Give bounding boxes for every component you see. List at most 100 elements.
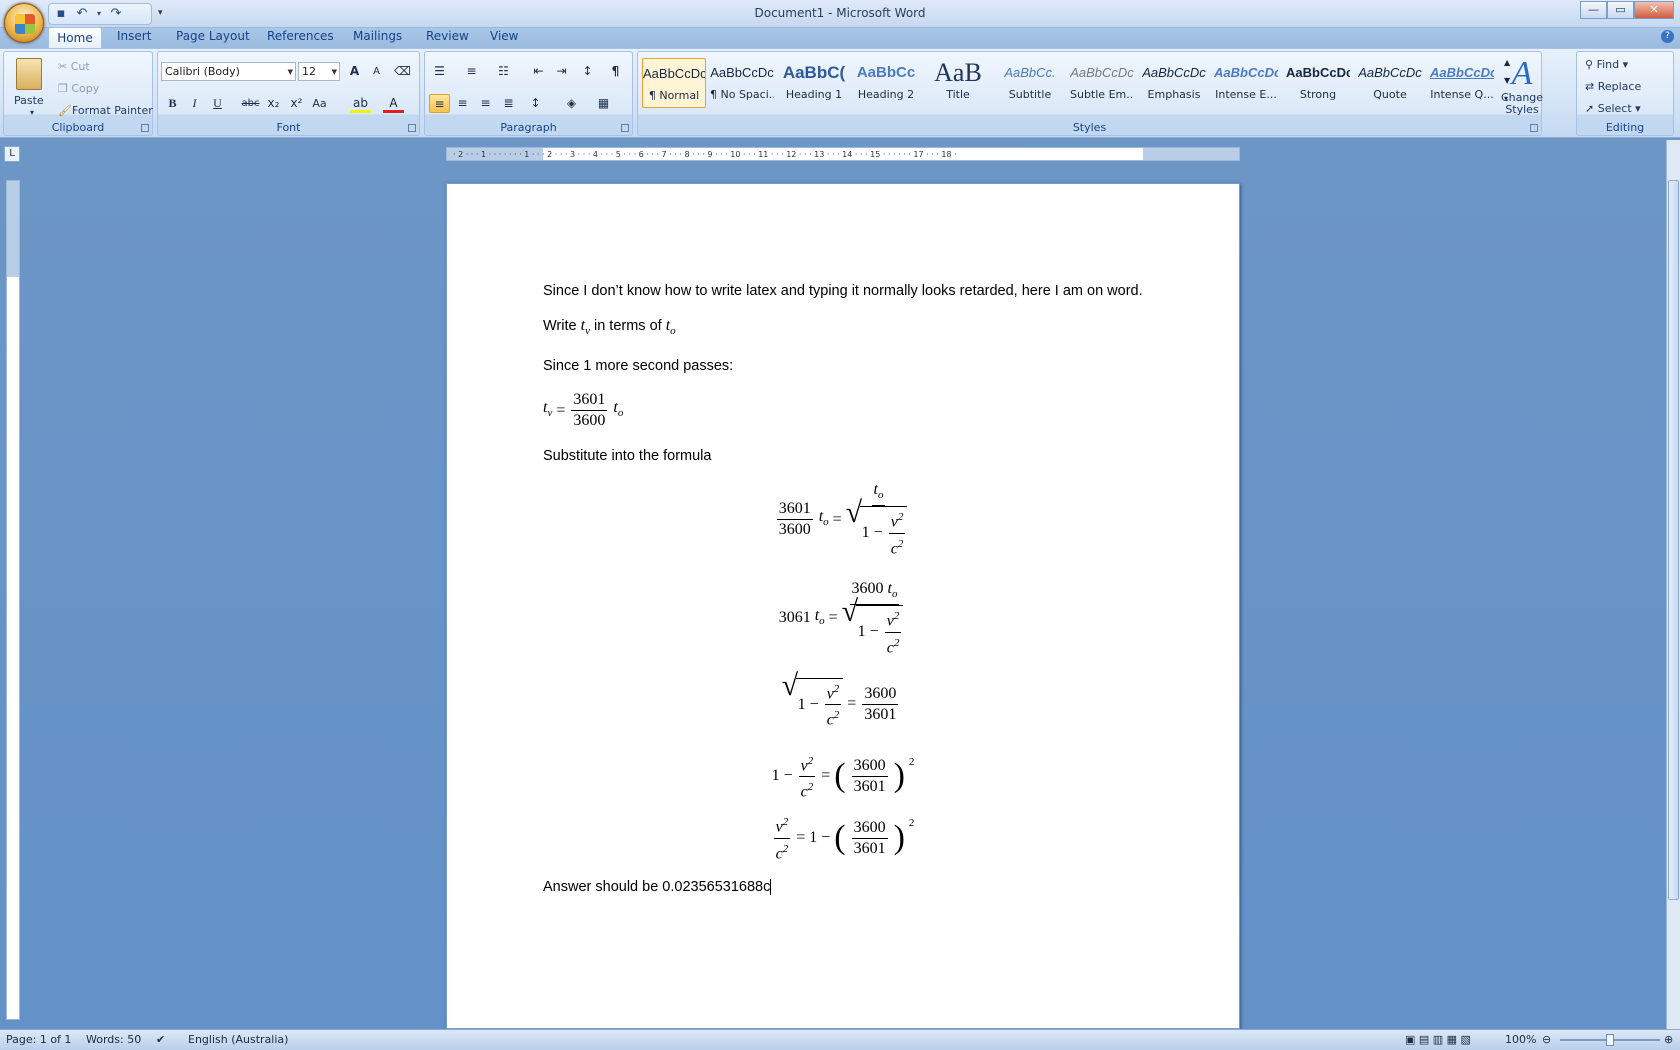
- styles-label: Styles: [1072, 121, 1107, 134]
- align-right-icon[interactable]: ≡: [475, 94, 496, 113]
- justify-icon[interactable]: ≣: [498, 94, 519, 113]
- zoom-slider[interactable]: [1560, 1034, 1660, 1046]
- word-count[interactable]: Words: 50: [86, 1033, 141, 1046]
- close-button[interactable]: ✕: [1634, 1, 1674, 19]
- format-painter-button[interactable]: 🖌Format Painter: [58, 104, 153, 117]
- underline-button[interactable]: U: [207, 94, 228, 113]
- vertical-scrollbar[interactable]: [1666, 140, 1680, 1029]
- tab-references[interactable]: References: [267, 29, 334, 43]
- replace-button[interactable]: ⇄ Replace: [1585, 80, 1641, 93]
- style-subtitle[interactable]: AaBbCc. Subtitle: [998, 58, 1062, 108]
- styles-launcher[interactable]: [1530, 124, 1538, 132]
- window-controls: — ▭ ✕: [1580, 1, 1674, 19]
- style-quote[interactable]: AaBbCcDc Quote: [1358, 58, 1422, 108]
- equation-2: 3061 to = 3600 to1 − v2c2: [543, 579, 1143, 658]
- horizontal-ruler[interactable]: · 2 · · · 1 · · · · · · · 1 · · · 2 · · …: [446, 147, 1240, 161]
- proofing-icon[interactable]: ✔: [156, 1033, 165, 1046]
- replace-icon: ⇄: [1585, 80, 1598, 93]
- bullets-icon[interactable]: ☰: [429, 62, 450, 81]
- font-family-select[interactable]: Calibri (Body) ▼: [161, 62, 296, 81]
- italic-button[interactable]: I: [184, 94, 205, 113]
- cursor-icon: ➚: [1585, 102, 1598, 115]
- decrease-indent-icon[interactable]: ⇤: [528, 62, 549, 81]
- office-button[interactable]: [4, 3, 44, 43]
- tab-insert[interactable]: Insert: [117, 29, 151, 43]
- style-strong[interactable]: AaBbCcDc Strong: [1286, 58, 1350, 108]
- clipboard-group: Paste ▾ ✂ Cut ❐ Copy 🖌Format Painter Cli…: [3, 51, 153, 136]
- style-intense-quote[interactable]: AaBbCcDc Intense Q...: [1430, 58, 1494, 108]
- paragraph-substitute: Substitute into the formula: [543, 448, 712, 465]
- show-formatting-button[interactable]: ¶: [605, 62, 626, 81]
- vertical-ruler[interactable]: [6, 180, 20, 1020]
- tab-review[interactable]: Review: [426, 29, 469, 43]
- paragraph-since: Since 1 more second passes:: [543, 358, 734, 375]
- paragraph-launcher[interactable]: [621, 124, 629, 132]
- change-styles-icon: A: [1511, 55, 1533, 92]
- style-normal[interactable]: AaBbCcDc ¶ Normal: [642, 58, 706, 108]
- editing-group: ⚲ Find ▾ ⇄ Replace ➚ Select ▾ Editing: [1576, 51, 1674, 136]
- title-bar: ▪ ↶ ▾ ↷ ▾ Document1 - Microsoft Word — ▭…: [0, 0, 1680, 28]
- style-subtle-emphasis[interactable]: AaBbCcDc Subtle Em...: [1070, 58, 1134, 108]
- copy-button[interactable]: ❐ Copy: [58, 82, 99, 95]
- language-indicator[interactable]: English (Australia): [188, 1033, 288, 1046]
- tab-selector-button[interactable]: L: [4, 146, 20, 162]
- page-count[interactable]: Page: 1 of 1: [6, 1033, 71, 1046]
- zoom-in-icon[interactable]: ⊕: [1664, 1033, 1673, 1046]
- sort-icon[interactable]: ↕: [577, 62, 598, 81]
- shading-icon[interactable]: ◈: [561, 94, 582, 113]
- style-intense-emphasis[interactable]: AaBbCcDc Intense E...: [1214, 58, 1278, 108]
- style-no-spacing[interactable]: AaBbCcDc ¶ No Spaci...: [710, 58, 774, 108]
- document-page[interactable]: Since I don’t know how to write latex an…: [446, 183, 1240, 1029]
- font-color-icon[interactable]: A: [383, 94, 404, 113]
- cut-button[interactable]: ✂ Cut: [58, 60, 90, 73]
- align-center-icon[interactable]: ≡: [452, 94, 473, 113]
- document-body[interactable]: Since I don’t know how to write latex an…: [543, 280, 1143, 911]
- multilevel-list-icon[interactable]: ☷: [493, 62, 514, 81]
- shrink-font-button[interactable]: A: [366, 62, 387, 81]
- find-button[interactable]: ⚲ Find ▾: [1585, 58, 1628, 71]
- line-spacing-icon[interactable]: ↕: [525, 94, 546, 113]
- subscript-button[interactable]: x₂: [263, 94, 284, 113]
- clear-formatting-icon[interactable]: ⌫: [392, 62, 413, 81]
- superscript-button[interactable]: x²: [286, 94, 307, 113]
- font-label: Font: [276, 121, 301, 134]
- strikethrough-button[interactable]: abc: [240, 94, 261, 113]
- bold-button[interactable]: B: [162, 94, 183, 113]
- paste-icon[interactable]: [16, 58, 42, 90]
- ruler-marks: · 2 · · · 1 · · · · · · · 1 · · · 2 · · …: [453, 150, 957, 159]
- maximize-button[interactable]: ▭: [1607, 1, 1634, 19]
- change-case-button[interactable]: Aa: [309, 94, 330, 113]
- highlight-icon[interactable]: ab: [350, 94, 371, 113]
- change-styles-button[interactable]: A Change Styles: [1496, 56, 1548, 116]
- borders-icon[interactable]: ▦: [593, 94, 614, 113]
- ribbon: Paste ▾ ✂ Cut ❐ Copy 🖌Format Painter Cli…: [0, 48, 1680, 138]
- align-left-icon[interactable]: ≡: [429, 94, 450, 113]
- help-icon[interactable]: ?: [1661, 30, 1674, 43]
- select-button[interactable]: ➚ Select ▾: [1585, 102, 1641, 115]
- grow-font-button[interactable]: A: [344, 62, 365, 81]
- tab-page-layout[interactable]: Page Layout: [176, 29, 250, 43]
- binoculars-icon: ⚲: [1585, 58, 1597, 71]
- minimize-button[interactable]: —: [1580, 1, 1607, 19]
- equation-5: v2 c2 = 1 − (3600 3601) 2: [543, 812, 1143, 864]
- clipboard-launcher[interactable]: [141, 124, 149, 132]
- font-size-select[interactable]: 12 ▼: [298, 62, 340, 81]
- paste-dropdown-icon[interactable]: ▾: [30, 108, 34, 117]
- style-heading-2[interactable]: AaBbCc Heading 2: [854, 58, 918, 108]
- zoom-slider-knob[interactable]: [1606, 1034, 1614, 1046]
- tab-view[interactable]: View: [490, 29, 518, 43]
- style-heading-1[interactable]: AaBbC(Heading 1: [782, 58, 846, 108]
- zoom-out-icon[interactable]: ⊖: [1542, 1033, 1551, 1046]
- paste-button[interactable]: Paste: [14, 94, 44, 107]
- font-launcher[interactable]: [408, 124, 416, 132]
- style-emphasis[interactable]: AaBbCcDc Emphasis: [1142, 58, 1206, 108]
- increase-indent-icon[interactable]: ⇥: [551, 62, 572, 81]
- tab-home[interactable]: Home: [48, 27, 102, 49]
- scrollbar-thumb[interactable]: [1668, 180, 1679, 900]
- zoom-level[interactable]: 100%: [1505, 1033, 1536, 1046]
- view-buttons[interactable]: ▣ ▤ ▥ ▦ ▧: [1405, 1033, 1471, 1046]
- editing-label: Editing: [1605, 121, 1645, 134]
- tab-mailings[interactable]: Mailings: [353, 29, 402, 43]
- numbering-icon[interactable]: ≡: [461, 62, 482, 81]
- style-title[interactable]: AaB Title: [926, 58, 990, 108]
